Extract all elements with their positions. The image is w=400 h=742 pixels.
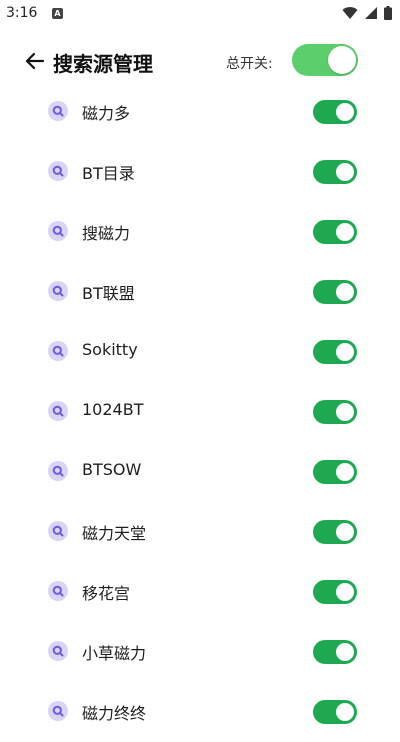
toggle-knob [336,583,354,601]
source-toggle[interactable] [313,460,357,484]
toggle-knob [336,163,354,181]
toggle-knob [336,523,354,541]
toggle-knob [336,223,354,241]
source-name: BT目录 [82,164,135,183]
list-item: 小草磁力 [0,622,400,682]
toggle-knob [336,703,354,721]
source-name: 移花宫 [82,584,131,603]
status-time: 3:16 [6,5,38,21]
list-item: 搜磁力 [0,202,400,262]
source-toggle[interactable] [313,220,357,244]
source-name: BT联盟 [82,284,135,303]
source-toggle[interactable] [313,340,357,364]
source-name: BTSOW [82,460,142,479]
search-icon [48,281,68,301]
wifi-icon [342,7,358,20]
search-icon [48,641,68,661]
toggle-knob [336,103,354,121]
status-bar: 3:16 A [0,0,400,28]
search-icon [48,401,68,421]
search-icon [48,461,68,481]
source-toggle[interactable] [313,700,357,724]
list-item: 磁力天堂 [0,502,400,562]
search-icon [48,221,68,241]
search-icon [48,341,68,361]
source-toggle[interactable] [313,640,357,664]
search-icon [48,521,68,541]
status-icons [342,6,392,20]
search-icon [48,161,68,181]
arrow-left-icon [25,52,45,70]
source-name: 磁力终终 [82,704,147,723]
master-switch-label: 总开关: [226,56,273,72]
notification-icon: A [52,8,63,19]
signal-icon [365,7,377,19]
list-item: 磁力多 [0,82,400,142]
source-toggle[interactable] [313,520,357,544]
list-item: 移花宫 [0,562,400,622]
source-name: 磁力天堂 [82,524,147,543]
page-title: 搜索源管理 [53,52,153,76]
toggle-knob [336,643,354,661]
list-item: 磁力终终 [0,682,400,742]
source-name: 磁力多 [82,104,131,123]
source-toggle[interactable] [313,100,357,124]
source-list: 磁力多 BT目录 搜磁力 BT联盟 Sokitty 1024BT BTSOW 磁… [0,82,400,742]
toggle-knob [336,463,354,481]
source-name: 搜磁力 [82,224,131,243]
source-toggle[interactable] [313,160,357,184]
toggle-knob [336,403,354,421]
search-icon [48,101,68,121]
toggle-knob [328,46,356,74]
back-button[interactable] [20,46,50,76]
battery-icon [384,6,392,20]
source-name: 1024BT [82,400,144,419]
toggle-knob [336,343,354,361]
toggle-knob [336,283,354,301]
list-item: Sokitty [0,322,400,382]
source-toggle[interactable] [313,580,357,604]
source-name: Sokitty [82,340,138,359]
list-item: BTSOW [0,442,400,502]
source-name: 小草磁力 [82,644,147,663]
search-icon [48,581,68,601]
list-item: BT联盟 [0,262,400,322]
master-switch-toggle[interactable] [292,44,358,76]
app-header: 搜索源管理 总开关: [0,38,400,84]
source-toggle[interactable] [313,280,357,304]
list-item: 1024BT [0,382,400,442]
source-toggle[interactable] [313,400,357,424]
list-item: BT目录 [0,142,400,202]
search-icon [48,701,68,721]
